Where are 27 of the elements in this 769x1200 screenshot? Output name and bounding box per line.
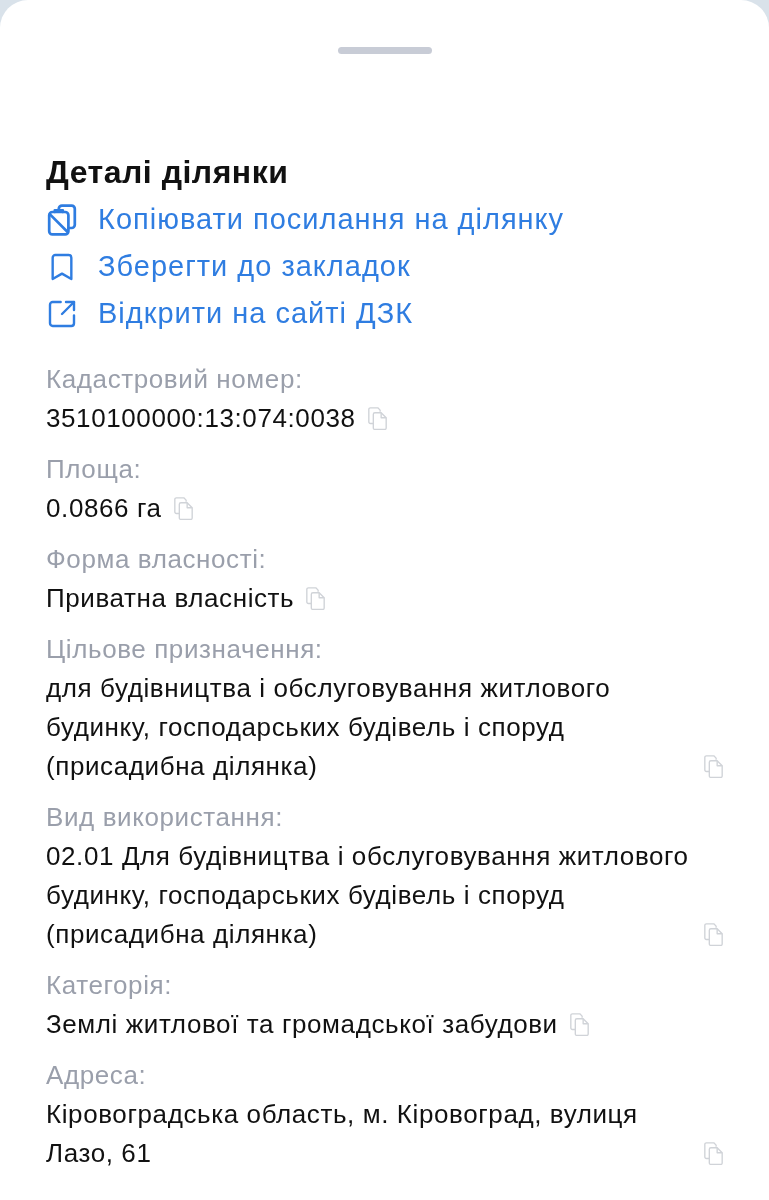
field-label: Вид використання: (46, 801, 283, 834)
field-value: 0.0866 га (46, 492, 162, 525)
field-label: Адреса: (46, 1059, 147, 1092)
copy-icon[interactable] (704, 755, 723, 778)
field-value: 3510100000:13:074:0038 (46, 402, 356, 435)
drag-handle[interactable] (337, 47, 432, 54)
bookmark-action[interactable]: Зберегти до закладок (46, 243, 411, 290)
field-label: Кадастровий номер: (46, 363, 303, 396)
clipboard-icon (46, 203, 78, 236)
copy-icon[interactable] (704, 1142, 723, 1165)
copy-icon[interactable] (704, 923, 723, 946)
field-label: Цільове призначення: (46, 633, 323, 666)
copy-icon[interactable] (173, 497, 193, 520)
copy-icon[interactable] (367, 407, 387, 430)
open-site-link[interactable]: Відкрити на сайті ДЗК (46, 290, 414, 337)
sheet-title: Деталі ділянки (46, 154, 289, 190)
field-value: Кіровоградська область, м. Кіровоград, вулиця Лазо, 61 (46, 1098, 639, 1170)
field-value: 02.01 Для будівництва і обслуговування житлового будинку, господарських будівель і споруд (присадибна ділянка) (46, 840, 690, 951)
copy-icon[interactable] (569, 1013, 589, 1036)
field-value: Приватна власність (46, 582, 295, 615)
field-value: Землі житлової та громадської забудови (46, 1008, 558, 1041)
field-label: Площа: (46, 453, 142, 486)
field-label: Форма власності: (46, 543, 267, 576)
copy-link-action[interactable]: Копіювати посилання на ділянку (46, 196, 565, 243)
field-value: для будівництва і обслуговування житлового будинку, господарських будівель і споруд (присадибна ділянка) (46, 672, 612, 783)
copy-icon[interactable] (306, 587, 326, 610)
field-label: Категорія: (46, 969, 173, 1002)
